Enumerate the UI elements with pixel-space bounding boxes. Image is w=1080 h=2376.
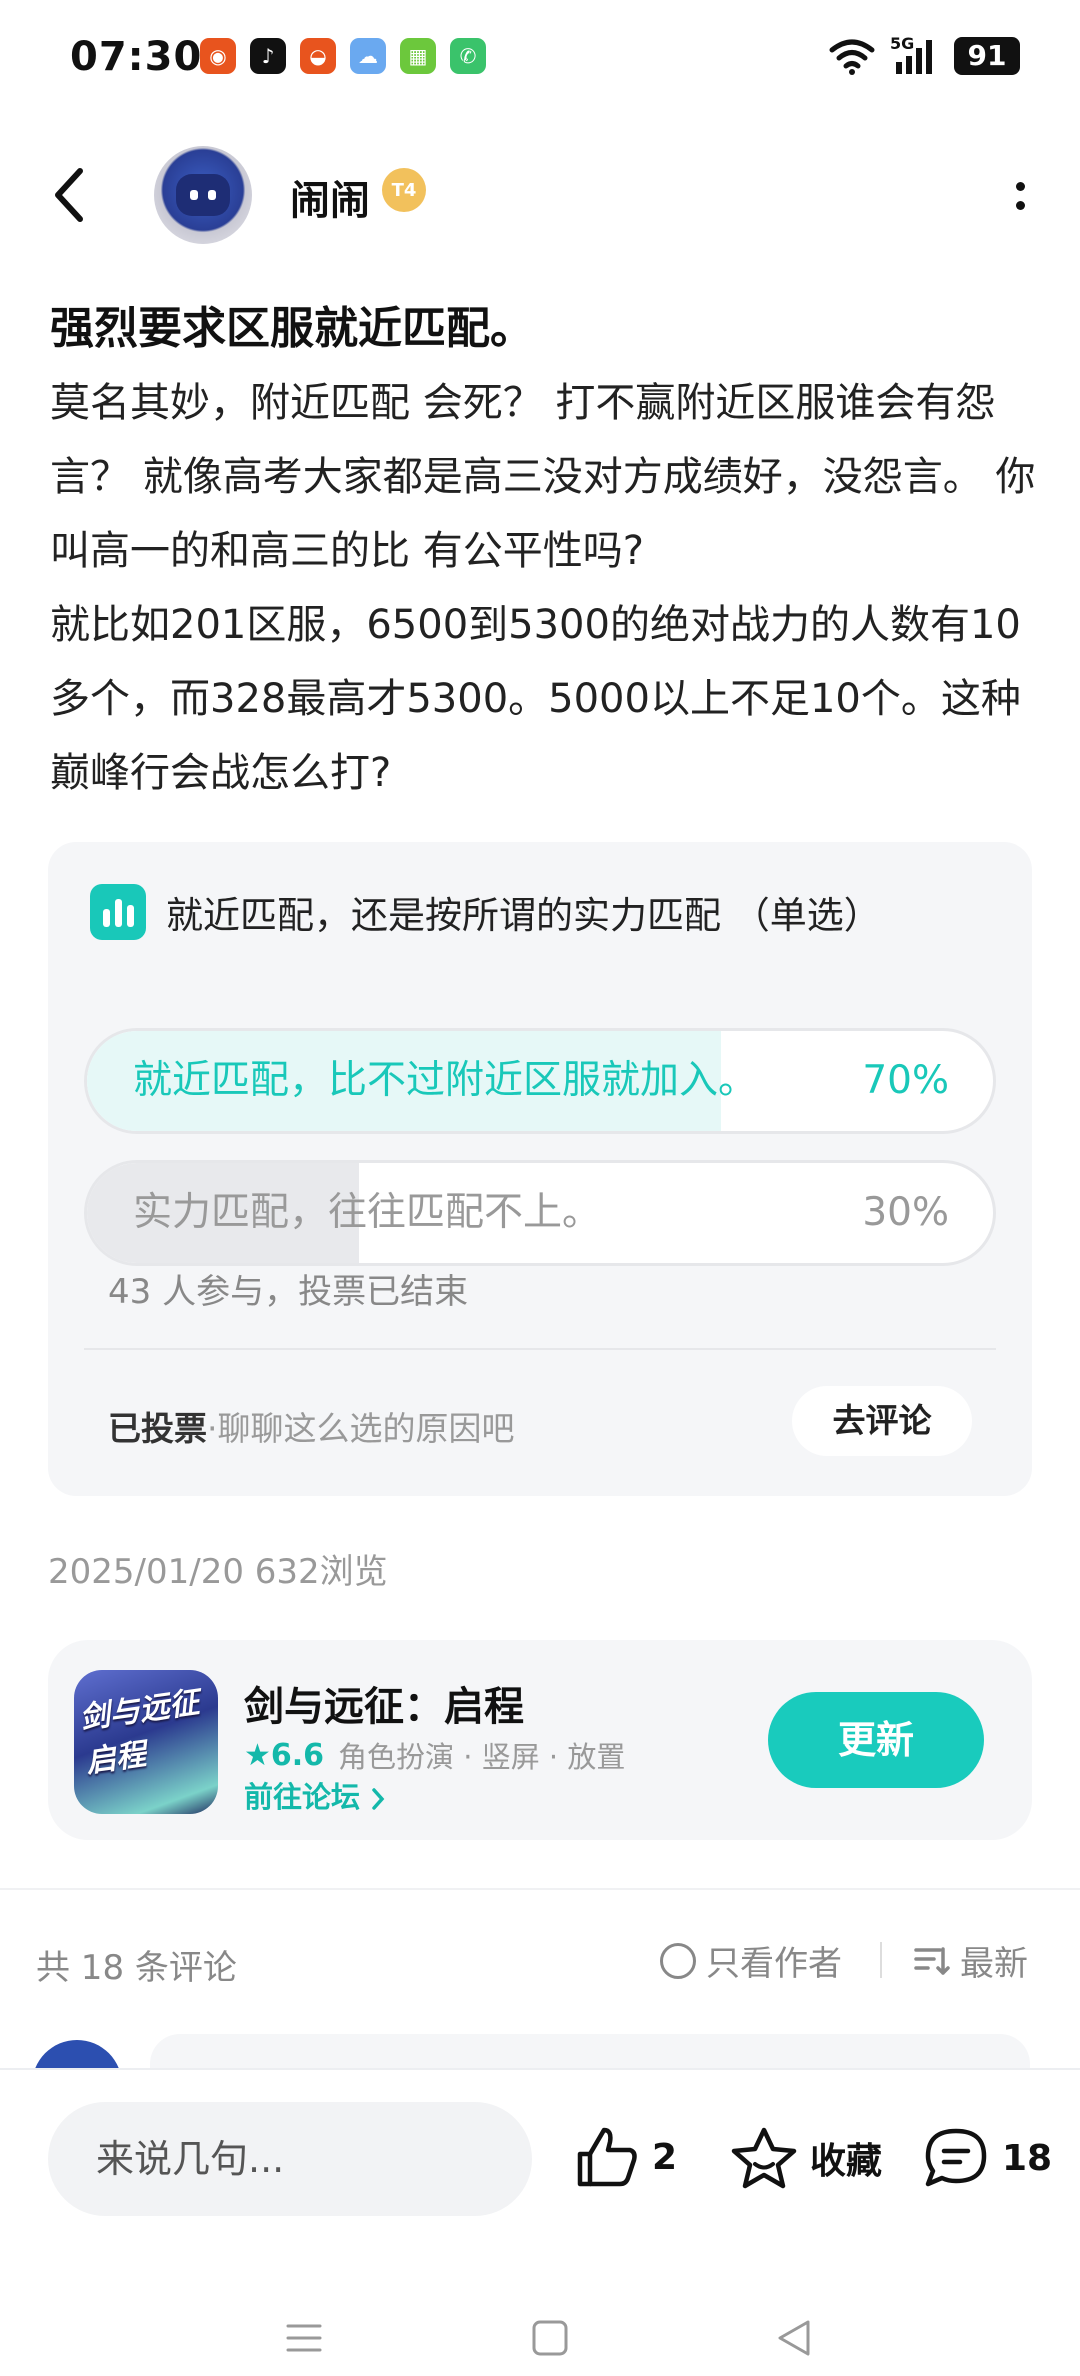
voted-status: 已投票·聊聊这么选的原因吧	[108, 1402, 515, 1450]
level-badge: T4	[382, 168, 426, 212]
comment-button[interactable]: 18	[922, 2126, 1052, 2190]
forum-link[interactable]: 前往论坛	[244, 1774, 386, 1816]
section-divider	[0, 1888, 1080, 1890]
chevron-right-icon	[372, 1788, 385, 1810]
post-header: 闹闹 T4	[0, 140, 1080, 250]
app-icon: ◒	[300, 38, 336, 74]
go-comment-button[interactable]: 去评论	[792, 1386, 972, 1456]
favorite-button[interactable]: 收藏	[730, 2126, 882, 2190]
poll-participants: 43 人参与，投票已结束	[108, 1272, 469, 1312]
sort-icon	[914, 1946, 950, 1975]
poll-question: 就近匹配，还是按所谓的实力匹配 （单选）	[166, 894, 881, 937]
voted-label: 已投票	[108, 1409, 207, 1448]
radio-circle-icon	[660, 1942, 696, 1979]
game-name[interactable]: 剑与远征：启程	[244, 1674, 524, 1732]
menu-icon[interactable]	[284, 2318, 324, 2358]
like-button[interactable]: 2	[574, 2126, 677, 2188]
post-title: 强烈要求区服就近匹配。	[50, 303, 534, 354]
thumbs-up-icon	[577, 2127, 637, 2187]
game-tags: 角色扮演 · 竖屏 · 放置	[338, 1740, 626, 1774]
poll-option-label: 实力匹配，往往匹配不上。	[133, 1190, 602, 1235]
author-name[interactable]: 闹闹	[290, 168, 370, 226]
author-avatar[interactable]	[154, 146, 252, 244]
weather-icon: ☁	[350, 38, 386, 74]
poll-card: 就近匹配，还是按所谓的实力匹配 （单选） 就近匹配，比不过附近区服就加入。 70…	[48, 842, 1032, 1496]
post-paragraph: 就比如201区服，6500到5300的绝对战力的人数有10多个，而328最高才5…	[50, 602, 1021, 796]
poll-option-label: 就近匹配，比不过附近区服就加入。	[133, 1058, 758, 1103]
comment-input[interactable]: 来说几句...	[48, 2102, 532, 2216]
game-icon[interactable]: 剑与远征启程	[74, 1670, 218, 1814]
system-nav-bar	[0, 2298, 1080, 2376]
favorite-label: 收藏	[810, 2141, 883, 2182]
speech-bubble-icon	[925, 2128, 987, 2187]
game-info: ★6.6 角色扮演 · 竖屏 · 放置	[244, 1734, 625, 1776]
bar-chart-icon	[90, 884, 146, 940]
phone-icon: ✆	[450, 38, 486, 74]
status-bar: 07:30 ◉ ♪ ◒ ☁ ▦ ✆ 5G 91	[0, 0, 1080, 118]
comment-count: 共 18 条评论	[36, 1948, 237, 1988]
back-triangle-icon[interactable]	[774, 2318, 814, 2358]
chevron-left-icon	[55, 168, 83, 222]
star-icon	[731, 2127, 797, 2189]
poll-option-percent: 30%	[862, 1190, 949, 1235]
voted-hint: ·聊聊这么选的原因吧	[207, 1409, 515, 1448]
game-card[interactable]: 剑与远征启程 剑与远征：启程 ★6.6 角色扮演 · 竖屏 · 放置 前往论坛 …	[48, 1640, 1032, 1840]
app-icon: ▦	[400, 38, 436, 74]
signal-indicator: 5G	[890, 34, 940, 76]
dot-icon	[1015, 201, 1025, 210]
game-icon-logo: 剑与远征启程	[77, 1685, 202, 1781]
forum-link-label: 前往论坛	[244, 1780, 371, 1814]
update-button[interactable]: 更新	[768, 1692, 984, 1788]
poll-option-percent: 70%	[862, 1058, 949, 1103]
home-icon[interactable]	[530, 2318, 570, 2358]
game-rating: ★6.6	[244, 1737, 325, 1773]
post-body: 莫名其妙，附近匹配 会死？ 打不赢附近区服谁会有怨言？ 就像高考大家都是高三没对…	[50, 366, 1040, 810]
post-paragraph: 莫名其妙，附近匹配 会死？ 打不赢附近区服谁会有怨言？ 就像高考大家都是高三没对…	[50, 380, 1036, 574]
sort-latest-button[interactable]: 最新	[914, 1936, 1028, 1985]
post-date-views: 2025/01/20 632浏览	[48, 1552, 388, 1592]
divider	[84, 1348, 996, 1350]
status-indicators: 5G 91	[828, 34, 1020, 76]
battery-indicator: 91	[954, 37, 1020, 75]
wifi-icon	[829, 39, 875, 75]
more-options-button[interactable]	[1000, 168, 1040, 224]
back-button[interactable]	[50, 160, 110, 230]
like-count: 2	[652, 2136, 678, 2178]
sort-label: 最新	[960, 1944, 1028, 1984]
notification-icons: ◉ ♪ ◒ ☁ ▦ ✆	[200, 38, 486, 74]
author-only-toggle[interactable]: 只看作者	[660, 1936, 842, 1985]
status-clock: 07:30	[70, 34, 203, 80]
bottom-action-bar: 来说几句... 2 收藏 18	[0, 2068, 1080, 2376]
poll-header: 就近匹配，还是按所谓的实力匹配 （单选）	[90, 884, 881, 940]
divider	[880, 1942, 882, 1978]
comment-count: 18	[1002, 2137, 1053, 2179]
signal-icon	[896, 40, 932, 74]
robot-face-icon	[176, 174, 230, 216]
poll-option[interactable]: 就近匹配，比不过附近区服就加入。 70%	[84, 1028, 996, 1134]
poll-option[interactable]: 实力匹配，往往匹配不上。 30%	[84, 1160, 996, 1266]
weibo-icon: ◉	[200, 38, 236, 74]
dot-icon	[1015, 182, 1025, 191]
author-only-label: 只看作者	[706, 1944, 842, 1984]
tiktok-icon: ♪	[250, 38, 286, 74]
